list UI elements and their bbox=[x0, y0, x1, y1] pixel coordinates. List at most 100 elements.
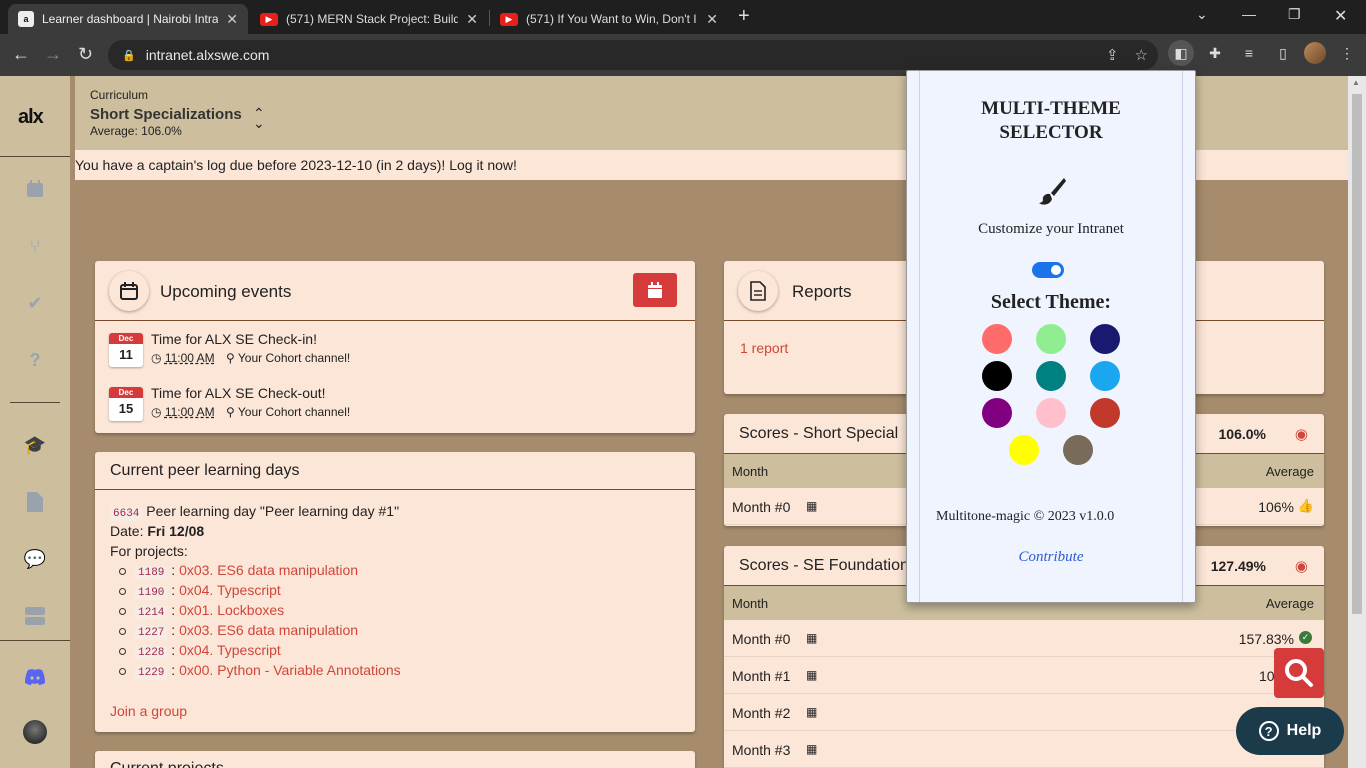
scroll-up-icon[interactable]: ▲ bbox=[1352, 78, 1360, 87]
theme-swatch[interactable] bbox=[1036, 398, 1066, 428]
theme-swatch[interactable] bbox=[982, 361, 1012, 391]
extensions-puzzle-icon[interactable]: ✚ bbox=[1202, 40, 1228, 66]
profile-avatar[interactable] bbox=[1304, 42, 1326, 64]
project-link[interactable]: 0x03. ES6 data manipulation bbox=[179, 622, 358, 638]
discord-icon[interactable] bbox=[22, 664, 48, 690]
theme-swatch[interactable] bbox=[1063, 435, 1093, 465]
project-link[interactable]: 0x00. Python - Variable Annotations bbox=[179, 662, 401, 678]
list-item[interactable]: 1228 : 0x04. Typescript bbox=[119, 642, 401, 662]
table-row[interactable]: Month #3 ▦ 1 bbox=[724, 731, 1324, 768]
chat-icon[interactable]: 💬 bbox=[22, 546, 48, 572]
calendar-icon[interactable] bbox=[22, 176, 48, 202]
close-icon[interactable]: ✕ bbox=[226, 11, 238, 28]
theme-swatch[interactable] bbox=[1036, 361, 1066, 391]
file-icon[interactable] bbox=[22, 489, 48, 515]
contribute-link[interactable]: Contribute bbox=[907, 549, 1195, 566]
bookmark-star-icon[interactable]: ☆ bbox=[1135, 46, 1148, 64]
alx-logo[interactable]: alx bbox=[18, 106, 44, 129]
scores-foundation-title: Scores - SE Foundation bbox=[739, 557, 909, 574]
chevron-up-down-icon[interactable]: ⌃ ⌄ bbox=[253, 106, 265, 130]
reports-link[interactable]: 1 report bbox=[740, 340, 788, 356]
peer-learning-title: Current peer learning days bbox=[95, 452, 695, 490]
event-title: Time for ALX SE Check-in! bbox=[151, 331, 317, 347]
question-icon[interactable]: ? bbox=[22, 347, 48, 373]
theme-swatch[interactable] bbox=[1009, 435, 1039, 465]
theme-swatch[interactable] bbox=[1090, 361, 1120, 391]
help-button[interactable]: ? Help bbox=[1236, 707, 1344, 755]
media-queue-icon[interactable]: ≡ bbox=[1236, 40, 1262, 66]
map-pin-icon: ⚲ bbox=[225, 405, 235, 419]
list-item[interactable]: 1190 : 0x04. Typescript bbox=[119, 582, 401, 602]
theme-swatch[interactable] bbox=[982, 324, 1012, 354]
col-month: Month bbox=[732, 596, 769, 611]
list-item[interactable]: 1214 : 0x01. Lockboxes bbox=[119, 602, 401, 622]
theme-swatch[interactable] bbox=[1036, 324, 1066, 354]
check-icon[interactable]: ✔ bbox=[22, 290, 48, 316]
date-month: Dec bbox=[109, 387, 143, 398]
event-place: Your Cohort channel! bbox=[237, 405, 351, 419]
minimize-icon[interactable]: — bbox=[1242, 6, 1256, 22]
menu-kebab-icon[interactable]: ⋮ bbox=[1334, 40, 1360, 66]
calendar-icon[interactable]: ▦ bbox=[806, 705, 817, 719]
curriculum-title[interactable]: Short Specializations bbox=[90, 106, 242, 123]
table-row[interactable]: Month #0 ▦ 157.83% ✓ bbox=[724, 620, 1324, 657]
back-icon[interactable]: ← bbox=[12, 44, 30, 65]
join-group-link[interactable]: Join a group bbox=[110, 703, 187, 719]
theme-toggle[interactable] bbox=[1032, 262, 1064, 278]
eye-icon[interactable]: ◉ bbox=[1295, 557, 1308, 575]
search-button[interactable] bbox=[1274, 648, 1324, 698]
tab-search-chevron-icon[interactable]: ⌄ bbox=[1196, 6, 1208, 23]
close-window-icon[interactable]: ✕ bbox=[1334, 6, 1347, 26]
event-item[interactable]: Dec 15 Time for ALX SE Check-out! ◷ 11:0… bbox=[109, 385, 669, 425]
user-avatar[interactable] bbox=[22, 719, 48, 745]
calendar-icon[interactable]: ▦ bbox=[806, 668, 817, 682]
share-icon[interactable]: ⇪ bbox=[1106, 46, 1119, 64]
theme-swatch[interactable] bbox=[982, 398, 1012, 428]
scores-short-title: Scores - Short Special bbox=[739, 425, 899, 442]
project-link[interactable]: 0x04. Typescript bbox=[179, 642, 281, 658]
project-link[interactable]: 0x03. ES6 data manipulation bbox=[179, 562, 358, 578]
list-item[interactable]: 1227 : 0x03. ES6 data manipulation bbox=[119, 622, 401, 642]
close-icon[interactable]: ✕ bbox=[706, 11, 718, 28]
theme-extension-icon[interactable]: ◧ bbox=[1168, 40, 1194, 66]
captains-log-alert[interactable]: You have a captain's log due before 2023… bbox=[75, 150, 907, 180]
tab-mern-stack[interactable]: ▶ (571) MERN Stack Project: Build ✕ bbox=[250, 4, 488, 34]
scroll-thumb[interactable] bbox=[1352, 94, 1362, 614]
table-row[interactable]: Month #2 ▦ 1 bbox=[724, 694, 1324, 731]
row-month: Month #2 bbox=[732, 705, 791, 721]
left-sidebar: alx ⑂ ✔ ? 🎓 💬 bbox=[0, 76, 70, 768]
reload-icon[interactable]: ↻ bbox=[78, 44, 93, 65]
graduation-cap-icon[interactable]: 🎓 bbox=[22, 432, 48, 458]
lock-icon[interactable]: 🔒 bbox=[122, 49, 136, 62]
project-link[interactable]: 0x01. Lockboxes bbox=[179, 602, 284, 618]
server-icon[interactable] bbox=[22, 603, 48, 629]
list-item[interactable]: 1229 : 0x00. Python - Variable Annotatio… bbox=[119, 662, 401, 682]
close-icon[interactable]: ✕ bbox=[466, 11, 478, 28]
col-average: Average bbox=[1265, 464, 1314, 479]
event-item[interactable]: Dec 11 Time for ALX SE Check-in! ◷ 11:00… bbox=[109, 331, 669, 371]
tab-if-you-want-to-win[interactable]: ▶ (571) If You Want to Win, Don't I ✕ bbox=[490, 4, 728, 34]
calendar-button[interactable] bbox=[633, 273, 677, 307]
side-panel-icon[interactable]: ▯ bbox=[1270, 40, 1296, 66]
project-link[interactable]: 0x04. Typescript bbox=[179, 582, 281, 598]
theme-swatch[interactable] bbox=[1090, 398, 1120, 428]
list-item[interactable]: 1189 : 0x03. ES6 data manipulation bbox=[119, 562, 401, 582]
new-tab-icon[interactable]: + bbox=[738, 5, 750, 28]
tab-learner-dashboard[interactable]: a Learner dashboard | Nairobi Intra ✕ bbox=[8, 4, 248, 34]
fork-icon[interactable]: ⑂ bbox=[22, 233, 48, 259]
restore-icon[interactable]: ❐ bbox=[1288, 6, 1301, 23]
forward-icon[interactable]: → bbox=[44, 44, 62, 65]
event-time: 11:00 AM bbox=[164, 405, 215, 419]
peer-name: Peer learning day "Peer learning day #1" bbox=[146, 503, 400, 519]
multi-theme-popup: MULTI-THEME SELECTOR Customize your Intr… bbox=[906, 70, 1196, 603]
url-field[interactable]: 🔒 intranet.alxswe.com ⇪ ☆ bbox=[108, 40, 1158, 70]
calendar-icon[interactable]: ▦ bbox=[806, 631, 817, 645]
table-row[interactable]: Month #1 ▦ 105.2 bbox=[724, 657, 1324, 694]
reports-title: Reports bbox=[792, 282, 852, 301]
calendar-icon[interactable]: ▦ bbox=[806, 742, 817, 756]
calendar-icon[interactable]: ▦ bbox=[806, 499, 817, 513]
page-scrollbar[interactable]: ▲ bbox=[1348, 76, 1366, 768]
alert-right-strip bbox=[1195, 150, 1348, 180]
eye-icon[interactable]: ◉ bbox=[1295, 425, 1308, 443]
theme-swatch[interactable] bbox=[1090, 324, 1120, 354]
